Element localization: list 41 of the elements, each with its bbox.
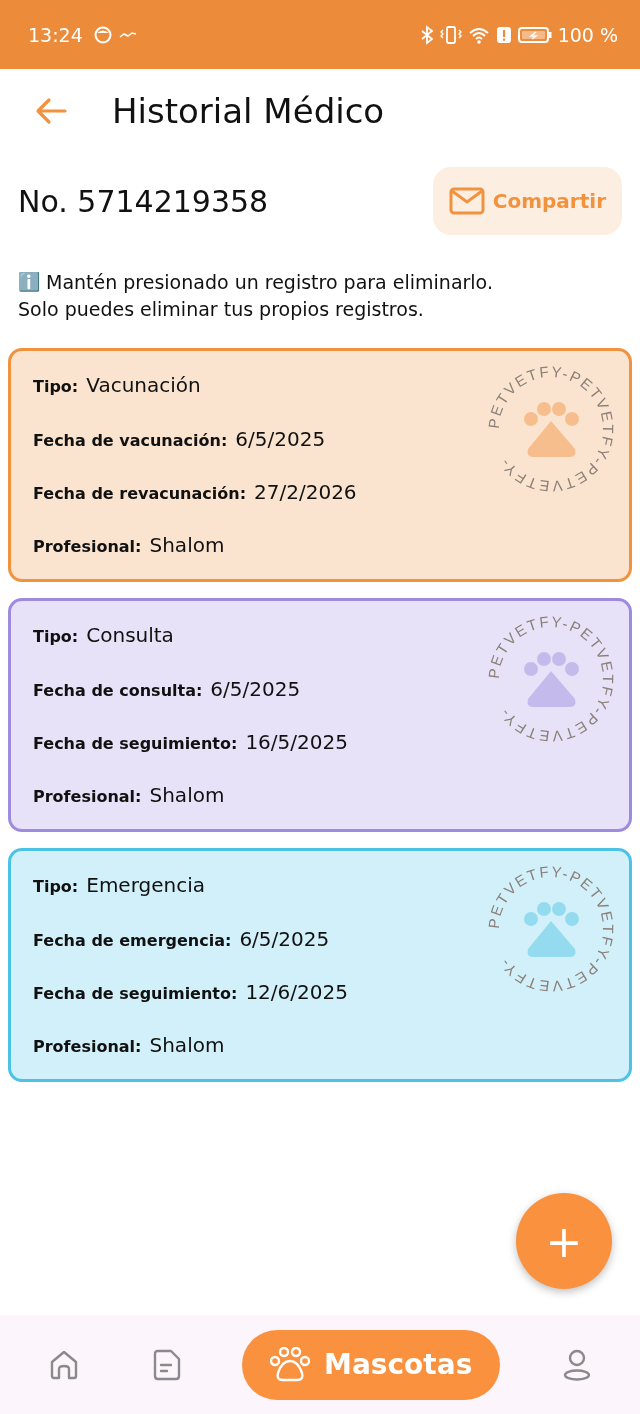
- vibrate-icon: [439, 24, 462, 45]
- field-label: Tipo:: [33, 377, 79, 397]
- info-icon: ℹ: [18, 269, 40, 296]
- field-value: Shalom: [149, 1033, 225, 1058]
- mail-icon: [448, 187, 485, 215]
- field-value: 6/5/2025: [239, 926, 330, 951]
- paw-icon: [270, 1346, 311, 1383]
- document-icon: [151, 1348, 182, 1381]
- notification-icon: [118, 30, 137, 39]
- field-label: Fecha de vacunación:: [33, 430, 228, 450]
- status-time: 13:24: [28, 23, 83, 46]
- face-icon: [92, 24, 113, 45]
- field-label: Profesional:: [33, 537, 142, 557]
- field-value: Shalom: [149, 533, 225, 558]
- field-value: Vacunación: [86, 373, 201, 398]
- field-label: Fecha de consulta:: [33, 680, 203, 700]
- alert-icon: [495, 24, 512, 45]
- field-value: Shalom: [149, 783, 225, 808]
- field-value: Consulta: [86, 623, 174, 648]
- field-label: Fecha de seguimiento:: [33, 733, 238, 753]
- field-value: 12/6/2025: [245, 979, 348, 1004]
- field-value: 6/5/2025: [235, 426, 326, 451]
- field-label: Tipo:: [33, 877, 79, 897]
- field-label: Profesional:: [33, 787, 142, 807]
- field-value: 6/5/2025: [210, 676, 301, 701]
- battery-level: 100 %: [557, 23, 618, 46]
- field-label: Fecha de revacunación:: [33, 483, 247, 503]
- field-label: Fecha de seguimiento:: [33, 983, 238, 1003]
- field-value: 27/2/2026: [254, 479, 357, 504]
- battery-icon: [517, 24, 552, 45]
- record-number: No. 5714219358: [18, 183, 269, 219]
- field-label: Fecha de emergencia:: [33, 930, 232, 950]
- field-value: 16/5/2025: [245, 729, 348, 754]
- info-text: Solo puedes eliminar tus propios registros.: [18, 296, 424, 322]
- bluetooth-icon: [419, 24, 434, 45]
- field-value: Emergencia: [86, 873, 206, 898]
- field-label: Tipo:: [33, 627, 79, 647]
- field-label: Profesional:: [33, 1037, 142, 1057]
- back-arrow-icon: [34, 97, 68, 125]
- page-title: Historial Médico: [112, 91, 385, 131]
- info-text: Mantén presionado un registro para eliminarlo.: [46, 270, 493, 295]
